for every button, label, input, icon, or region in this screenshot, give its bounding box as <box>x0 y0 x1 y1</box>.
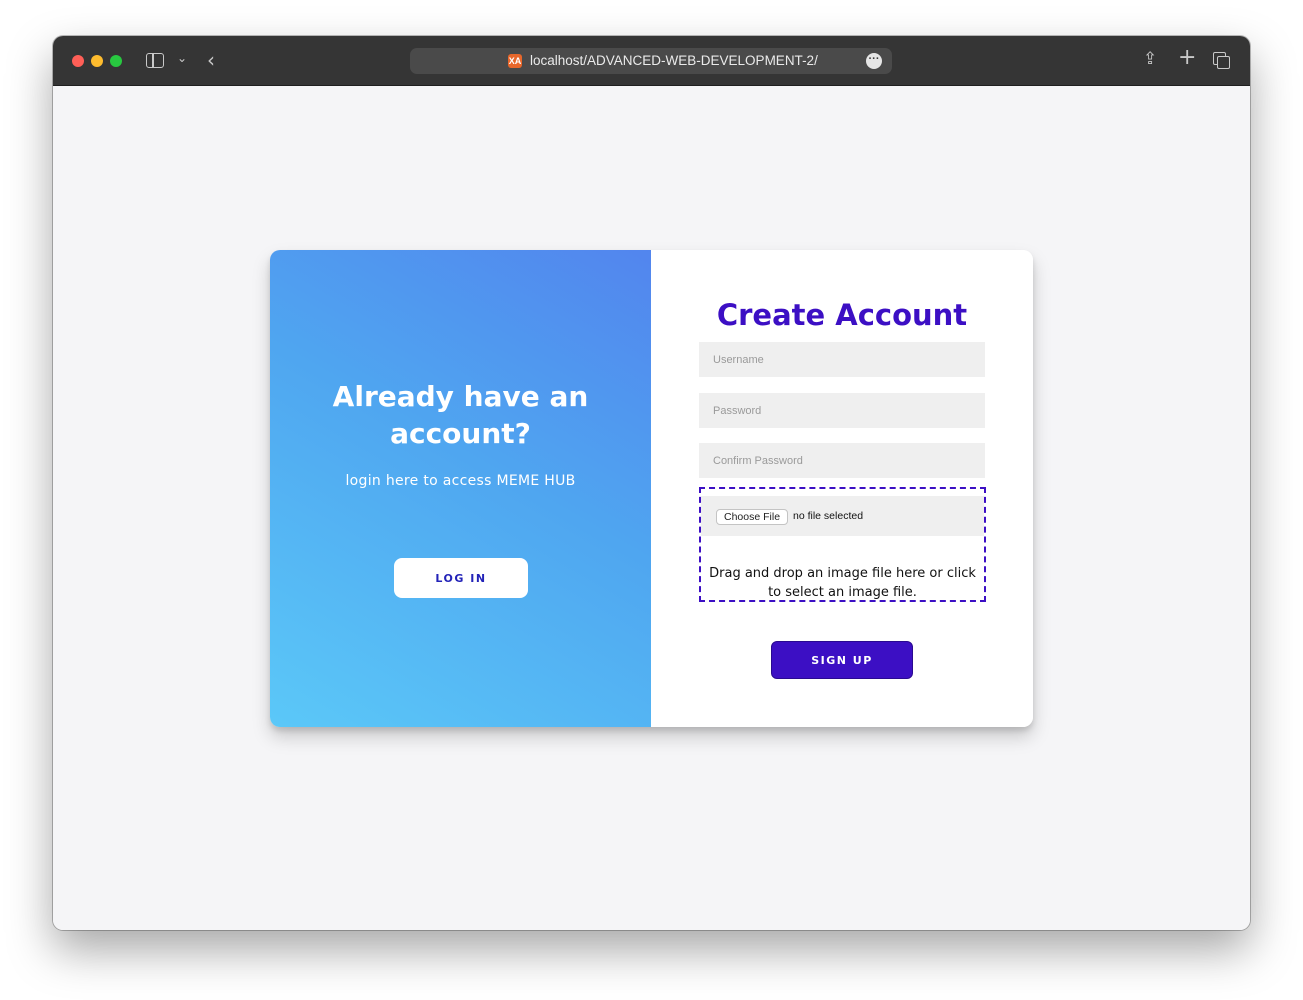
zoom-window-button[interactable] <box>110 55 122 67</box>
create-account-heading: Create Account <box>716 298 968 332</box>
browser-window: ⌄ ‹ XA localhost/ADVANCED-WEB-DEVELOPMEN… <box>53 36 1250 930</box>
file-status-text: no file selected <box>793 510 864 522</box>
login-prompt-subtitle: login here to access MEME HUB <box>345 473 576 489</box>
page-content: Already have an account? login here to a… <box>53 86 1250 930</box>
login-button[interactable]: LOG IN <box>394 558 528 598</box>
login-prompt-heading: Already have an account? <box>332 380 589 450</box>
tab-overview-icon[interactable] <box>1213 52 1230 69</box>
signup-form-panel: Create Account Choose File no file selec… <box>651 250 1033 727</box>
more-options-icon[interactable]: ··· <box>866 53 882 69</box>
image-dropzone[interactable]: Choose File no file selected Drag and dr… <box>699 487 986 602</box>
address-bar[interactable]: XA localhost/ADVANCED-WEB-DEVELOPMENT-2/… <box>410 48 892 74</box>
login-overlay-panel: Already have an account? login here to a… <box>270 250 651 727</box>
close-window-button[interactable] <box>72 55 84 67</box>
auth-card: Already have an account? login here to a… <box>270 250 1033 727</box>
username-input[interactable] <box>699 342 985 377</box>
browser-toolbar: ⌄ ‹ XA localhost/ADVANCED-WEB-DEVELOPMEN… <box>53 36 1250 86</box>
back-arrow-icon[interactable]: ‹ <box>207 48 215 72</box>
minimize-window-button[interactable] <box>91 55 103 67</box>
signup-button[interactable]: SIGN UP <box>771 641 913 679</box>
share-icon[interactable]: ⇪ <box>1143 49 1157 69</box>
site-favicon-icon: XA <box>508 54 522 68</box>
new-tab-plus-icon[interactable]: + <box>1178 45 1196 70</box>
sidebar-toggle-icon[interactable] <box>146 53 164 68</box>
file-input[interactable]: Choose File no file selected <box>701 496 984 536</box>
url-text: localhost/ADVANCED-WEB-DEVELOPMENT-2/ <box>530 53 818 68</box>
dropzone-instructions: Drag and drop an image file here or clic… <box>709 566 976 600</box>
confirm-password-input[interactable] <box>699 443 985 478</box>
password-input[interactable] <box>699 393 985 428</box>
chevron-down-icon[interactable]: ⌄ <box>177 51 187 65</box>
choose-file-button[interactable]: Choose File <box>716 509 789 525</box>
